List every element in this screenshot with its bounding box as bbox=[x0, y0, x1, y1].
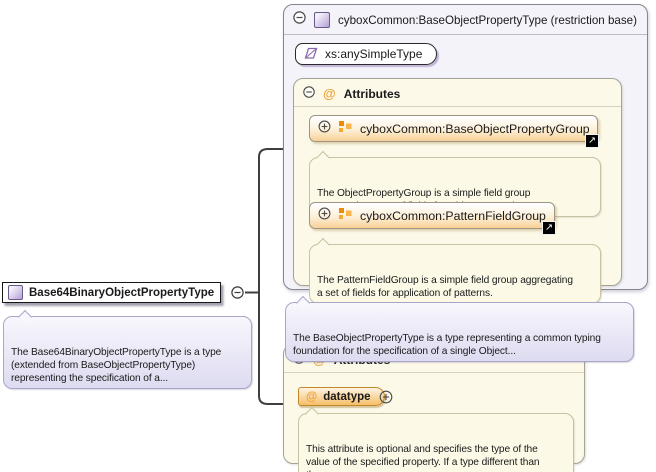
base-type-title: cyboxCommon:BaseObjectPropertyType (rest… bbox=[338, 14, 637, 27]
tooltip-pointer bbox=[305, 406, 319, 420]
header-divider bbox=[284, 34, 647, 35]
base64-type-description-text: The Base64BinaryObjectPropertyType is a … bbox=[11, 347, 221, 384]
attributes-divider bbox=[284, 372, 584, 373]
base64-type-box[interactable]: Base64BinaryObjectPropertyType bbox=[2, 282, 221, 303]
attribute-name: datatype bbox=[323, 391, 370, 403]
complex-type-icon bbox=[314, 12, 330, 28]
complex-type-icon bbox=[8, 285, 23, 300]
attributes-section: @ Attributes cyboxCommon:BaseObjectPrope… bbox=[293, 78, 622, 286]
attribute-at-icon: @ bbox=[306, 391, 317, 403]
attribute-description: This attribute is optional and specifies… bbox=[298, 413, 574, 472]
collapse-icon[interactable] bbox=[303, 85, 315, 103]
attribute-group-baseobjectpropertygroup[interactable]: cyboxCommon:BaseObjectPropertyGroup ↗ bbox=[309, 115, 598, 142]
schema-diagram: cyboxCommon:BaseObjectPropertyType (rest… bbox=[0, 0, 656, 472]
own-attributes-section: @ Attributes @ datatype This attribute i… bbox=[283, 344, 585, 464]
simple-type-box[interactable]: xs:anySimpleType bbox=[295, 43, 437, 65]
attributes-divider bbox=[294, 106, 621, 107]
attributes-label: Attributes bbox=[344, 87, 401, 101]
attribute-group-label: cyboxCommon:PatternFieldGroup bbox=[360, 209, 546, 223]
tooltip-pointer bbox=[316, 237, 330, 251]
group-description: The PatternFieldGroup is a simple field … bbox=[309, 244, 601, 304]
attribute-group-patternfieldgroup[interactable]: cyboxCommon:PatternFieldGroup ↗ bbox=[309, 202, 555, 229]
jump-to-definition-icon[interactable]: ↗ bbox=[542, 221, 556, 235]
attribute-group-icon bbox=[339, 120, 352, 138]
attribute-at-icon: @ bbox=[323, 88, 336, 100]
base64-type-description: The Base64BinaryObjectPropertyType is a … bbox=[3, 316, 252, 389]
attributes-header: @ Attributes bbox=[303, 85, 400, 103]
collapse-icon[interactable] bbox=[231, 286, 244, 304]
collapse-icon[interactable] bbox=[293, 11, 306, 29]
group-description-text: The PatternFieldGroup is a simple field … bbox=[317, 275, 573, 299]
expand-icon[interactable] bbox=[318, 207, 331, 225]
jump-to-definition-icon[interactable]: ↗ bbox=[585, 134, 599, 148]
base-type-container: cyboxCommon:BaseObjectPropertyType (rest… bbox=[283, 4, 648, 290]
tooltip-pointer bbox=[316, 150, 330, 164]
attribute-group-label: cyboxCommon:BaseObjectPropertyGroup bbox=[360, 122, 590, 136]
expand-icon[interactable] bbox=[379, 390, 393, 409]
expand-icon[interactable] bbox=[318, 120, 331, 138]
attribute-group-icon bbox=[339, 207, 352, 225]
simple-type-label: xs:anySimpleType bbox=[325, 47, 422, 61]
attribute-description-text: This attribute is optional and specifies… bbox=[306, 444, 539, 472]
base-type-description-text: The BaseObjectPropertyType is a type rep… bbox=[293, 333, 601, 357]
attribute-datatype[interactable]: @ datatype bbox=[298, 387, 385, 406]
base-type-header: cyboxCommon:BaseObjectPropertyType (rest… bbox=[293, 11, 637, 29]
base64-type-label: Base64BinaryObjectPropertyType bbox=[29, 287, 214, 299]
simple-type-icon bbox=[304, 46, 318, 63]
base-type-description: The BaseObjectPropertyType is a type rep… bbox=[285, 302, 634, 362]
